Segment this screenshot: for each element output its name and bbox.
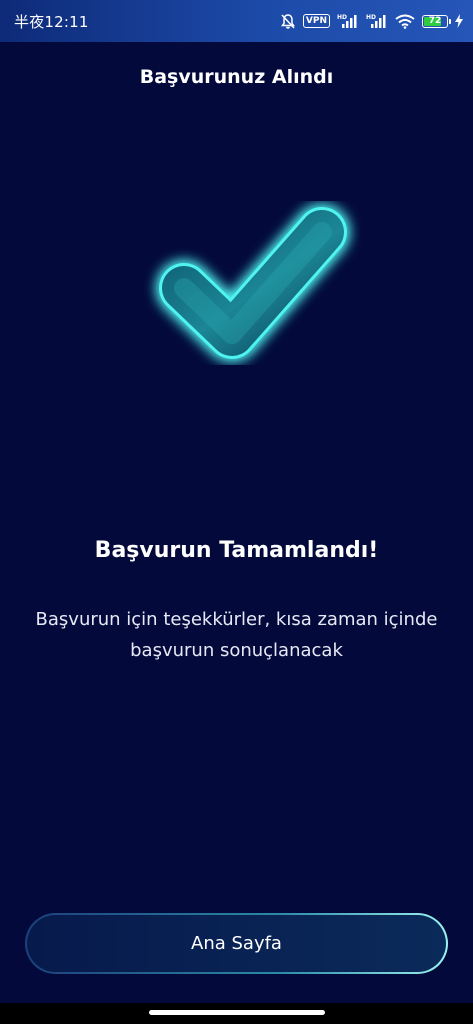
screen: 半夜12:11 VPN HD HD 72 Başvurunuz Alındı B… [0, 0, 473, 1024]
home-button-label: Ana Sayfa [191, 933, 282, 954]
checkmark-icon [126, 196, 366, 406]
charging-bolt-icon [455, 14, 463, 28]
home-button[interactable]: Ana Sayfa [25, 913, 448, 974]
mute-bell-icon [280, 13, 296, 30]
battery-level: 72 [428, 16, 442, 26]
page-title: Başvurunuz Alındı [139, 66, 334, 88]
hd-signal-icon: HD [366, 13, 388, 29]
completion-headline: Başvurun Tamamlandı! [94, 538, 379, 563]
battery-icon: 72 [422, 14, 451, 28]
wifi-icon [395, 14, 415, 29]
home-indicator[interactable] [149, 1010, 325, 1015]
vpn-icon: VPN [302, 14, 330, 28]
svg-text:HD: HD [337, 14, 347, 21]
status-icons: VPN HD HD 72 [280, 10, 463, 32]
hd-signal-icon: HD [337, 13, 359, 29]
svg-text:HD: HD [366, 14, 376, 21]
status-bar: 半夜12:11 VPN HD HD 72 [0, 0, 473, 42]
status-time: 半夜12:11 [14, 13, 89, 31]
completion-message: Başvurun için teşekkürler, kısa zaman iç… [35, 609, 438, 661]
